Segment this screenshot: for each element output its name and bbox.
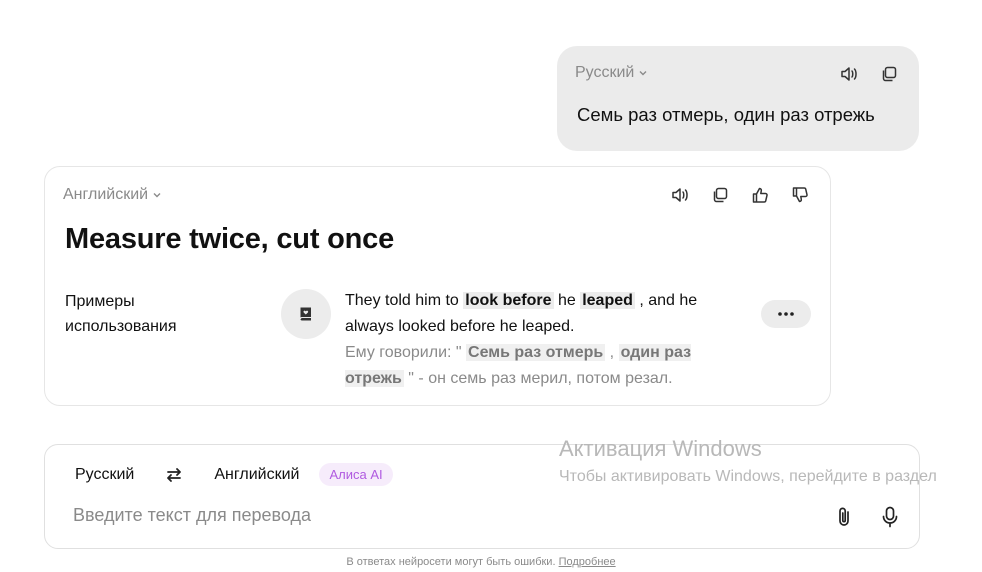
learn-more-link[interactable]: Подробнее xyxy=(559,556,616,568)
speaker-icon[interactable] xyxy=(670,185,690,205)
swap-languages-icon[interactable] xyxy=(164,465,184,485)
more-options-button[interactable] xyxy=(761,300,811,328)
examples-label: Примеры использования xyxy=(65,293,177,335)
attach-icon[interactable] xyxy=(833,505,855,529)
usage-example: They told him to look before he leaped ,… xyxy=(345,288,740,392)
dictionary-book-icon xyxy=(281,289,331,339)
highlight-phrase: Семь раз отмерь xyxy=(466,344,606,361)
highlight-phrase: leaped xyxy=(580,292,635,309)
example-russian: Ему говорили: " Семь раз отмерь , один р… xyxy=(345,344,692,387)
disclaimer-text: В ответах нейросети могут быть ошибки. xyxy=(346,556,556,568)
copy-icon[interactable] xyxy=(879,64,899,84)
source-text: Семь раз отмерь, один раз отрежь xyxy=(577,104,875,125)
copy-icon[interactable] xyxy=(710,185,730,205)
target-language-select[interactable]: Английский xyxy=(63,186,162,204)
translate-input[interactable] xyxy=(73,505,793,526)
chevron-down-icon xyxy=(153,193,161,198)
ellipsis-icon xyxy=(778,312,794,316)
thumbs-up-icon[interactable] xyxy=(750,185,770,205)
microphone-icon[interactable] xyxy=(879,505,901,529)
alisa-ai-button[interactable]: Алиса AI xyxy=(319,463,393,486)
source-language-label: Русский xyxy=(575,64,635,81)
translation-card: Английский Measure twice, cut once Приме… xyxy=(44,166,831,406)
translation-text: Measure twice, cut once xyxy=(65,223,395,255)
to-language-button[interactable]: Английский xyxy=(214,466,299,484)
input-card: Русский Английский Алиса AI xyxy=(44,444,920,549)
speaker-icon[interactable] xyxy=(839,64,859,84)
chevron-down-icon xyxy=(639,71,647,76)
thumbs-down-icon[interactable] xyxy=(790,185,810,205)
highlight-phrase: look before xyxy=(463,292,554,309)
footer-disclaimer: В ответах нейросети могут быть ошибки. П… xyxy=(0,556,962,568)
language-bar: Русский Английский Алиса AI xyxy=(75,463,393,486)
source-bubble: Русский Семь раз отмерь, один раз отрежь xyxy=(557,46,919,151)
target-language-label: Английский xyxy=(63,186,149,203)
source-language-select[interactable]: Русский xyxy=(575,64,648,82)
from-language-button[interactable]: Русский xyxy=(75,466,134,484)
example-english: They told him to look before he leaped ,… xyxy=(345,292,698,335)
